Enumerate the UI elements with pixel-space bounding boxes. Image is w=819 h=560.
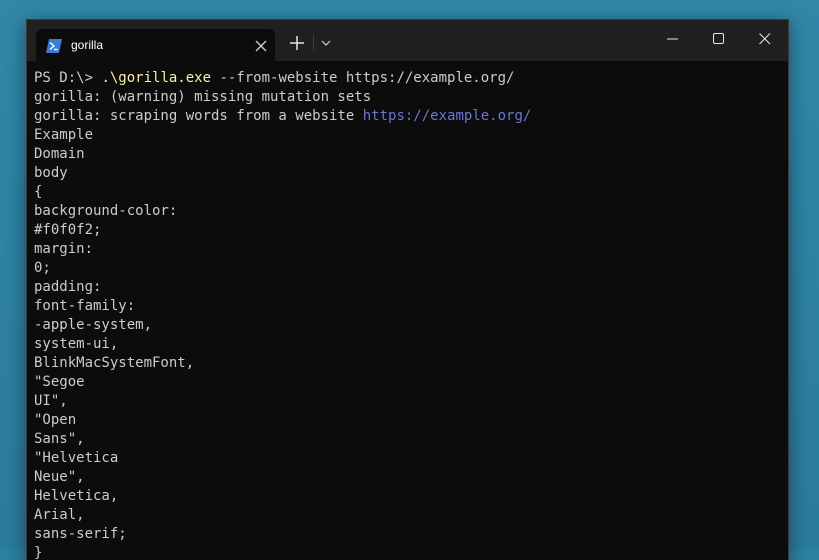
plus-icon[interactable] [286,33,308,53]
output-line: Neue", [34,469,85,485]
command-exe: .\gorilla.exe [101,70,212,86]
output-line: Arial, [34,507,85,523]
output-line: "Segoe [34,374,85,390]
output-line: Sans", [34,431,85,447]
close-icon[interactable] [254,38,268,52]
close-icon [759,33,771,45]
title-bar: gorilla [27,20,788,61]
scrape-line: gorilla: scraping words from a website h… [34,107,788,126]
output-line: font-family: [34,298,136,314]
minimize-button[interactable] [650,20,696,58]
output-line: margin: [34,241,94,257]
minimize-icon [667,38,678,40]
output-line: BlinkMacSystemFont, [34,355,195,371]
output-line: Helvetica, [34,488,119,504]
tab-gorilla[interactable]: gorilla [36,29,275,61]
terminal-output[interactable]: PS D:\> .\gorilla.exe --from-website htt… [27,61,788,560]
chevron-down-icon[interactable] [318,34,334,52]
output-line: system-ui, [34,336,119,352]
command-line: PS D:\> .\gorilla.exe --from-website htt… [34,69,788,88]
output-line: -apple-system, [34,317,153,333]
powershell-icon [46,38,62,53]
output-line: } [34,545,43,560]
output-line: #f0f0f2; [34,222,102,238]
output-line: sans-serif; [34,526,127,542]
prompt: PS D:\> [34,70,102,86]
close-window-button[interactable] [742,20,788,58]
output-line: { [34,184,43,200]
scrape-url-link[interactable]: https://example.org/ [363,108,532,124]
maximize-button[interactable] [696,20,742,58]
output-line: background-color: [34,203,178,219]
warning-line: gorilla: (warning) missing mutation sets [34,89,372,105]
output-line: 0; [34,260,51,276]
command-args: --from-website https://example.org/ [211,70,515,86]
scrape-prefix: gorilla: scraping words from a website [34,108,363,124]
output-line: "Helvetica [34,450,119,466]
tab-divider [313,35,314,51]
output-line: Example [34,127,94,143]
output-line: UI", [34,393,68,409]
terminal-window: gorilla PS D:\> .\gorilla.exe --from-web… [26,19,789,560]
maximize-icon [713,33,724,44]
tab-title: gorilla [71,38,104,52]
output-line: "Open [34,412,77,428]
output-line: Domain [34,146,85,162]
output-line: padding: [34,279,102,295]
output-line: body [34,165,68,181]
